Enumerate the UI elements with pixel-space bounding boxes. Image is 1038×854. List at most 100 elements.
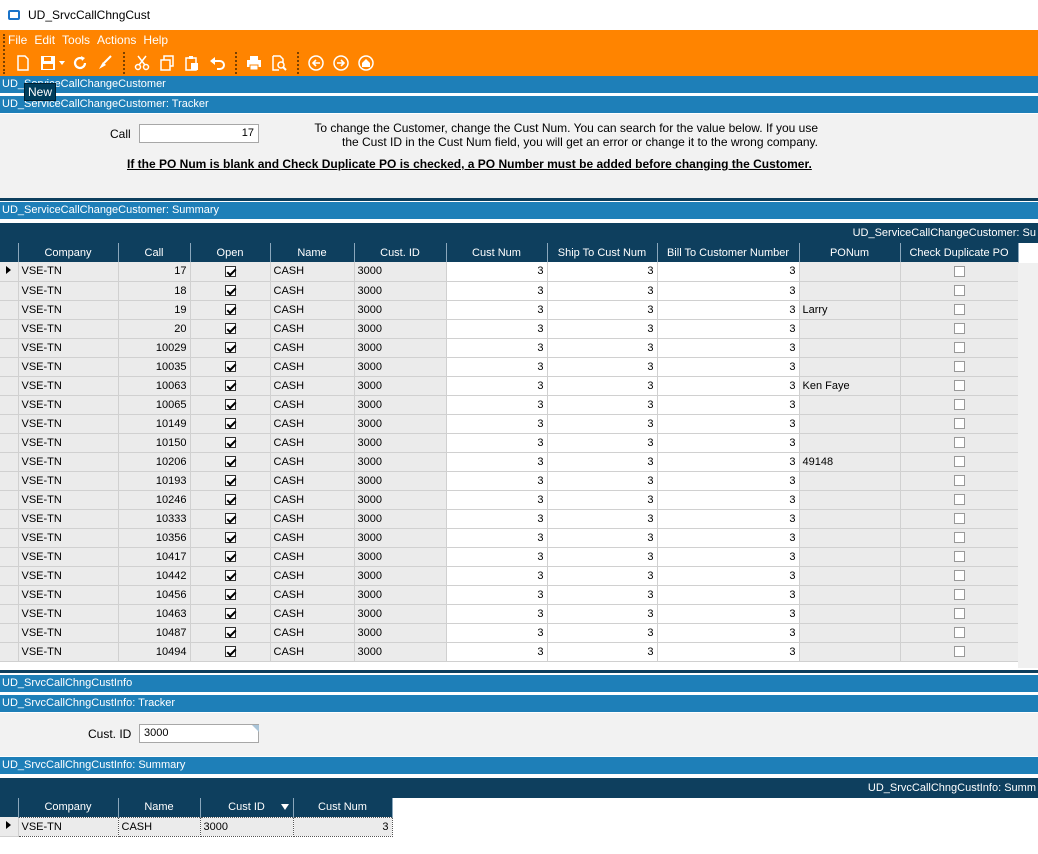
cell-name[interactable]: CASH <box>270 623 355 643</box>
table-row[interactable]: VSE-TN 10246 CASH 3000 3 3 3 <box>0 490 1019 510</box>
cell-cust-num[interactable]: 3 <box>446 585 548 605</box>
cell-name[interactable]: CASH <box>270 585 355 605</box>
cell-cust-num[interactable]: 3 <box>292 816 393 837</box>
cell-ship-to-cust-num[interactable]: 3 <box>547 262 658 282</box>
open-checkbox[interactable] <box>224 418 236 430</box>
cell-ponum[interactable] <box>799 623 901 643</box>
row-selector[interactable] <box>0 433 19 453</box>
cell-ponum[interactable] <box>799 642 901 662</box>
col-check-duplicate-po[interactable]: Check Duplicate PO <box>900 243 1019 262</box>
cell-cust-num[interactable]: 3 <box>446 604 548 624</box>
col-call[interactable]: Call <box>118 243 191 262</box>
cell-check-duplicate-po[interactable] <box>900 509 1019 529</box>
cell-company[interactable]: VSE-TN <box>18 433 119 453</box>
duplicate-po-checkbox[interactable] <box>953 342 965 354</box>
table-row[interactable]: VSE-TN 19 CASH 3000 3 3 3 Larry <box>0 300 1019 320</box>
cell-cust-id[interactable]: 3000 <box>354 281 447 301</box>
cell-call[interactable]: 10035 <box>118 357 191 377</box>
save-dropdown-icon[interactable] <box>59 61 65 65</box>
cell-check-duplicate-po[interactable] <box>900 528 1019 548</box>
section1-summary-header[interactable]: UD_ServiceCallChangeCustomer: Summary <box>0 202 1038 219</box>
cell-check-duplicate-po[interactable] <box>900 547 1019 567</box>
cell-check-duplicate-po[interactable] <box>900 281 1019 301</box>
cell-ponum[interactable] <box>799 319 901 339</box>
cell-ship-to-cust-num[interactable]: 3 <box>547 566 658 586</box>
duplicate-po-checkbox[interactable] <box>953 285 965 297</box>
cell-bill-to-customer-number[interactable]: 3 <box>657 376 800 396</box>
cell-ship-to-cust-num[interactable]: 3 <box>547 585 658 605</box>
open-checkbox[interactable] <box>224 265 236 277</box>
cell-bill-to-customer-number[interactable]: 3 <box>657 604 800 624</box>
cell-bill-to-customer-number[interactable]: 3 <box>657 490 800 510</box>
cell-company[interactable]: VSE-TN <box>18 642 119 662</box>
cell-open[interactable] <box>190 547 271 567</box>
row-selector[interactable] <box>0 547 19 567</box>
cell-open[interactable] <box>190 281 271 301</box>
cut-icon[interactable] <box>133 54 151 72</box>
duplicate-po-checkbox[interactable] <box>953 265 965 277</box>
cell-call[interactable]: 10029 <box>118 338 191 358</box>
cell-ponum[interactable] <box>799 528 901 548</box>
row-selector[interactable] <box>0 395 19 415</box>
row-selector[interactable] <box>0 357 19 377</box>
cell-open[interactable] <box>190 357 271 377</box>
row-selector[interactable] <box>0 300 19 320</box>
duplicate-po-checkbox[interactable] <box>953 570 965 582</box>
clear-icon[interactable] <box>96 54 114 72</box>
cell-open[interactable] <box>190 566 271 586</box>
cell-call[interactable]: 10442 <box>118 566 191 586</box>
cell-ship-to-cust-num[interactable]: 3 <box>547 490 658 510</box>
cell-check-duplicate-po[interactable] <box>900 623 1019 643</box>
table-row[interactable]: VSE-TN 10356 CASH 3000 3 3 3 <box>0 528 1019 548</box>
cell-ship-to-cust-num[interactable]: 3 <box>547 281 658 301</box>
cell-bill-to-customer-number[interactable]: 3 <box>657 547 800 567</box>
cell-company[interactable]: VSE-TN <box>18 319 119 339</box>
cell-cust-id[interactable]: 3000 <box>354 319 447 339</box>
cell-check-duplicate-po[interactable] <box>900 395 1019 415</box>
cell-check-duplicate-po[interactable] <box>900 585 1019 605</box>
duplicate-po-checkbox[interactable] <box>953 513 965 525</box>
cell-open[interactable] <box>190 528 271 548</box>
cell-company[interactable]: VSE-TN <box>18 566 119 586</box>
cell-call[interactable]: 10463 <box>118 604 191 624</box>
open-checkbox[interactable] <box>224 551 236 563</box>
row-selector[interactable] <box>0 338 19 358</box>
table-row[interactable]: VSE-TN 18 CASH 3000 3 3 3 <box>0 281 1019 301</box>
cell-cust-num[interactable]: 3 <box>446 528 548 548</box>
cell-bill-to-customer-number[interactable]: 3 <box>657 300 800 320</box>
cell-ponum[interactable] <box>799 338 901 358</box>
cell-cust-id[interactable]: 3000 <box>354 357 447 377</box>
cell-name[interactable]: CASH <box>270 547 355 567</box>
cell-check-duplicate-po[interactable] <box>900 604 1019 624</box>
cell-check-duplicate-po[interactable] <box>900 376 1019 396</box>
section2-summary-header[interactable]: UD_SrvcCallChngCustInfo: Summary <box>0 757 1038 774</box>
section1-header[interactable]: UD_ServiceCallChangeCustomer <box>0 76 1038 93</box>
cell-check-duplicate-po[interactable] <box>900 414 1019 434</box>
table-row[interactable]: VSE-TN 10206 CASH 3000 3 3 3 49148 <box>0 452 1019 472</box>
paste-icon[interactable] <box>183 54 201 72</box>
cell-bill-to-customer-number[interactable]: 3 <box>657 623 800 643</box>
cell-company[interactable]: VSE-TN <box>18 547 119 567</box>
cell-ponum[interactable]: Larry <box>799 300 901 320</box>
row-selector[interactable] <box>0 509 19 529</box>
cell-bill-to-customer-number[interactable]: 3 <box>657 509 800 529</box>
cell-open[interactable] <box>190 338 271 358</box>
cell-cust-num[interactable]: 3 <box>446 281 548 301</box>
duplicate-po-checkbox[interactable] <box>953 589 965 601</box>
cell-cust-id[interactable]: 3000 <box>199 816 294 837</box>
cell-ponum[interactable]: Ken Faye <box>799 376 901 396</box>
cell-name[interactable]: CASH <box>270 509 355 529</box>
cell-cust-num[interactable]: 3 <box>446 452 548 472</box>
cell-company[interactable]: VSE-TN <box>18 281 119 301</box>
cell-cust-id[interactable]: 3000 <box>354 604 447 624</box>
cell-ship-to-cust-num[interactable]: 3 <box>547 528 658 548</box>
cell-ship-to-cust-num[interactable]: 3 <box>547 452 658 472</box>
row-selector[interactable] <box>0 604 19 624</box>
menu-tools[interactable]: Tools <box>62 33 90 47</box>
open-checkbox[interactable] <box>224 304 236 316</box>
cell-ponum[interactable] <box>799 281 901 301</box>
cell-open[interactable] <box>190 414 271 434</box>
table-row[interactable]: VSE-TN 10063 CASH 3000 3 3 3 Ken Faye <box>0 376 1019 396</box>
refresh-icon[interactable] <box>71 54 89 72</box>
cell-call[interactable]: 20 <box>118 319 191 339</box>
